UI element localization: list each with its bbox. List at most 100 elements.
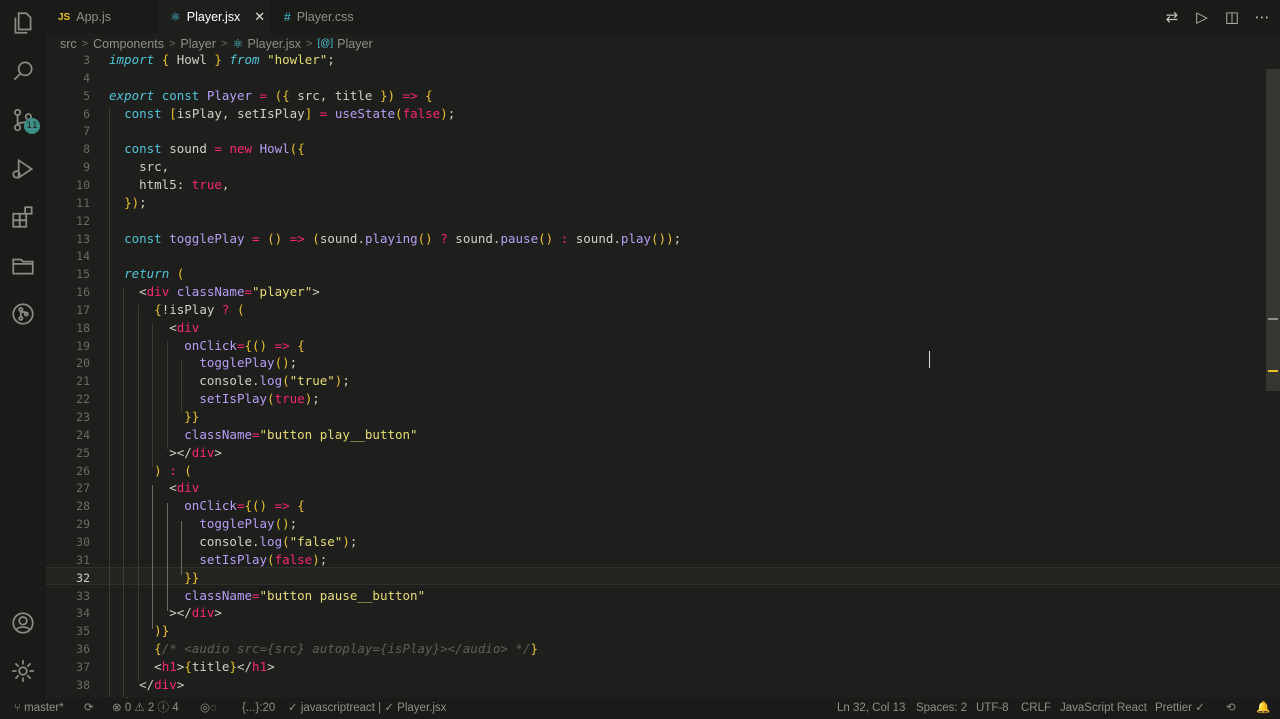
activity-bar: 11 [0, 0, 46, 698]
line-number: 15 [76, 267, 90, 281]
code-line[interactable]: const sound = new Howl({ [109, 140, 305, 158]
breadcrumb-item[interactable]: src [60, 37, 77, 51]
breadcrumb-item[interactable]: Player.jsx [248, 37, 302, 51]
line-number: 10 [76, 178, 90, 192]
formatter-status[interactable]: Prettier ✓ [1155, 698, 1205, 719]
code-line[interactable]: const [isPlay, setIsPlay] = useState(fal… [109, 105, 455, 123]
run-debug-icon[interactable] [9, 155, 37, 183]
more-actions-icon[interactable]: ⋯ [1254, 8, 1270, 26]
code-line[interactable]: onClick={() => { [109, 497, 304, 515]
editor-actions: ⇄ ▷ ◫ ⋯ [1164, 0, 1270, 34]
code-line[interactable]: onClick={() => { [109, 337, 304, 355]
folder-icon[interactable] [9, 252, 37, 280]
line-number: 34 [76, 606, 90, 620]
react-file-icon: ⚛ [232, 37, 244, 51]
code-line[interactable]: className="button pause__button" [109, 587, 425, 605]
vertical-scrollbar[interactable] [1266, 69, 1280, 391]
chevron-right-icon: > [81, 37, 89, 50]
code-line[interactable]: {!isPlay ? ( [109, 301, 244, 319]
line-number: 6 [83, 107, 90, 121]
chevron-right-icon: > [168, 37, 176, 50]
code-line[interactable]: setIsPlay(true); [109, 390, 319, 408]
code-line[interactable]: import { Howl } from "howler"; [109, 53, 335, 69]
line-numbers: 3 4 5 6 7 8 9 10 11 12 13 14 15 16 17 18 19 20 21 22 23 24 25 2… [46, 53, 90, 698]
ports-indicator[interactable]: {...}:20 [242, 698, 275, 719]
line-number: 23 [76, 410, 90, 424]
cursor-position[interactable]: Ln 32, Col 13 [837, 698, 905, 719]
code-line[interactable]: togglePlay(); [109, 354, 297, 372]
breadcrumb: src > Components > Player > ⚛ Player.jsx… [46, 34, 1280, 53]
code-line[interactable]: }} [109, 569, 199, 587]
git-graph-icon[interactable] [9, 300, 37, 328]
line-number: 9 [83, 160, 90, 174]
settings-gear-icon[interactable] [9, 657, 37, 685]
tab-player-css[interactable]: # Player.css [270, 0, 382, 34]
explorer-icon[interactable] [9, 9, 37, 37]
search-icon[interactable] [9, 57, 37, 85]
branch-indicator[interactable]: ⑂ master* [14, 698, 64, 719]
code-editor[interactable]: 3 4 5 6 7 8 9 10 11 12 13 14 15 16 17 18 19 20 21 22 23 24 25 2… [46, 53, 1280, 698]
code-line[interactable]: html5: true, [109, 176, 229, 194]
code-line[interactable]: <div [109, 319, 199, 337]
code-line[interactable]: }); [109, 194, 147, 212]
line-number: 36 [76, 642, 90, 656]
line-number: 14 [76, 249, 90, 263]
line-number: 38 [76, 678, 90, 692]
line-number: 31 [76, 553, 90, 567]
encoding[interactable]: UTF-8 [976, 698, 1009, 719]
split-editor-icon[interactable]: ◫ [1224, 8, 1240, 26]
code-line[interactable]: ) : ( [109, 462, 192, 480]
code-line[interactable]: <div [109, 479, 199, 497]
tab-app-js[interactable]: JS App.js [46, 0, 158, 34]
code-line[interactable]: togglePlay(); [109, 515, 297, 533]
breadcrumb-item[interactable]: Components [93, 37, 164, 51]
symbol-icon: [@] [317, 38, 334, 49]
code-line[interactable]: )} [109, 622, 169, 640]
code-line[interactable]: return ( [109, 265, 184, 283]
code-line[interactable]: <h1>{title}</h1> [109, 658, 275, 676]
close-icon[interactable]: ✕ [254, 9, 265, 25]
line-number: 37 [76, 660, 90, 674]
text-cursor-icon [929, 351, 935, 368]
code-line[interactable]: src, [109, 158, 169, 176]
tab-label: App.js [76, 10, 111, 24]
language-check[interactable]: ✓ javascriptreact | ✓ Player.jsx [288, 698, 446, 719]
chevron-right-icon: > [220, 37, 228, 50]
end-of-line[interactable]: CRLF [1021, 698, 1051, 719]
code-line[interactable]: const togglePlay = () => (sound.playing(… [109, 230, 681, 248]
tab-player-jsx[interactable]: ⚛ Player.jsx ✕ [158, 0, 270, 34]
editor-tabs: JS App.js ⚛ Player.jsx ✕ # Player.css ⇄ … [46, 0, 1280, 34]
line-number: 13 [76, 232, 90, 246]
problems-indicator[interactable]: ⊗ 0 ⚠ 2 ⓘ 4 [112, 698, 179, 719]
line-number: 19 [76, 339, 90, 353]
code-line[interactable]: className="button play__button" [109, 426, 417, 444]
code-line[interactable]: <div className="player"> [109, 283, 320, 301]
indentation[interactable]: Spaces: 2 [916, 698, 967, 719]
account-icon[interactable] [9, 609, 37, 637]
branch-name: master* [24, 702, 64, 714]
code-line[interactable]: </div> [109, 676, 184, 694]
compare-changes-icon[interactable]: ⇄ [1164, 8, 1180, 26]
code-line[interactable]: console.log("true"); [109, 372, 350, 390]
code-line[interactable]: setIsPlay(false); [109, 551, 327, 569]
code-line[interactable]: ></div> [109, 444, 222, 462]
breadcrumb-item[interactable]: Player [180, 37, 215, 51]
code-line[interactable]: ></div> [109, 604, 222, 622]
code-area[interactable]: import { Howl } from "howler"; export con… [109, 53, 1266, 698]
sync-icon[interactable]: ⟳ [84, 698, 94, 719]
feedback-icon[interactable]: ⟲ [1226, 698, 1236, 719]
notifications-bell-icon[interactable]: 🔔 [1256, 698, 1270, 719]
language-mode[interactable]: JavaScript React [1060, 698, 1147, 719]
extensions-icon[interactable] [9, 203, 37, 231]
breadcrumb-item[interactable]: Player [337, 37, 372, 51]
line-number: 4 [83, 71, 90, 85]
remote-icon[interactable]: ◎◌ [200, 698, 217, 719]
code-line[interactable]: {/* <audio src={src} autoplay={isPlay}><… [109, 640, 538, 658]
tab-label: Player.css [296, 10, 354, 24]
run-icon[interactable]: ▷ [1194, 8, 1210, 26]
line-number: 33 [76, 589, 90, 603]
line-number: 27 [76, 481, 90, 495]
code-line[interactable]: console.log("false"); [109, 533, 357, 551]
code-line[interactable]: }} [109, 408, 199, 426]
code-line[interactable]: export const Player = ({ src, title }) =… [109, 87, 433, 105]
